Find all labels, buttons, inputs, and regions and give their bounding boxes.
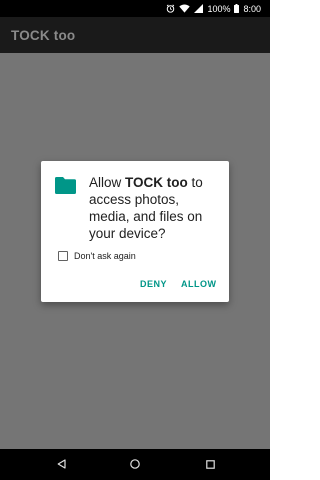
permission-dialog: Allow TOCK too to access photos, media, … <box>41 161 229 302</box>
navigation-bar <box>0 449 270 480</box>
back-button[interactable] <box>41 449 81 480</box>
deny-button[interactable]: DENY <box>140 279 167 289</box>
home-icon <box>130 456 140 474</box>
app-bar: TOCK too <box>0 17 270 53</box>
dialog-message: Allow TOCK too to access photos, media, … <box>89 174 223 242</box>
alarm-icon <box>166 4 175 13</box>
back-icon <box>57 456 66 474</box>
recents-icon <box>205 456 215 474</box>
recents-button[interactable] <box>190 449 230 480</box>
status-bar: 100% 8:00 <box>0 0 270 17</box>
status-clock: 8:00 <box>243 3 261 14</box>
app-title: TOCK too <box>11 27 76 43</box>
folder-icon <box>55 177 76 194</box>
dont-ask-again-label: Don't ask again <box>74 251 136 261</box>
app-name: TOCK too <box>125 175 188 190</box>
screen: 100% 8:00 TOCK too Allow TOCK too to acc… <box>0 0 270 480</box>
dont-ask-again-row[interactable]: Don't ask again <box>58 251 136 261</box>
dont-ask-again-checkbox[interactable] <box>58 251 68 261</box>
home-button[interactable] <box>115 449 155 480</box>
battery-icon <box>234 4 240 13</box>
message-prefix: Allow <box>89 175 126 190</box>
wifi-icon <box>179 4 191 13</box>
battery-percent: 100% <box>207 3 231 14</box>
allow-button[interactable]: ALLOW <box>181 279 217 289</box>
signal-icon <box>194 4 204 13</box>
